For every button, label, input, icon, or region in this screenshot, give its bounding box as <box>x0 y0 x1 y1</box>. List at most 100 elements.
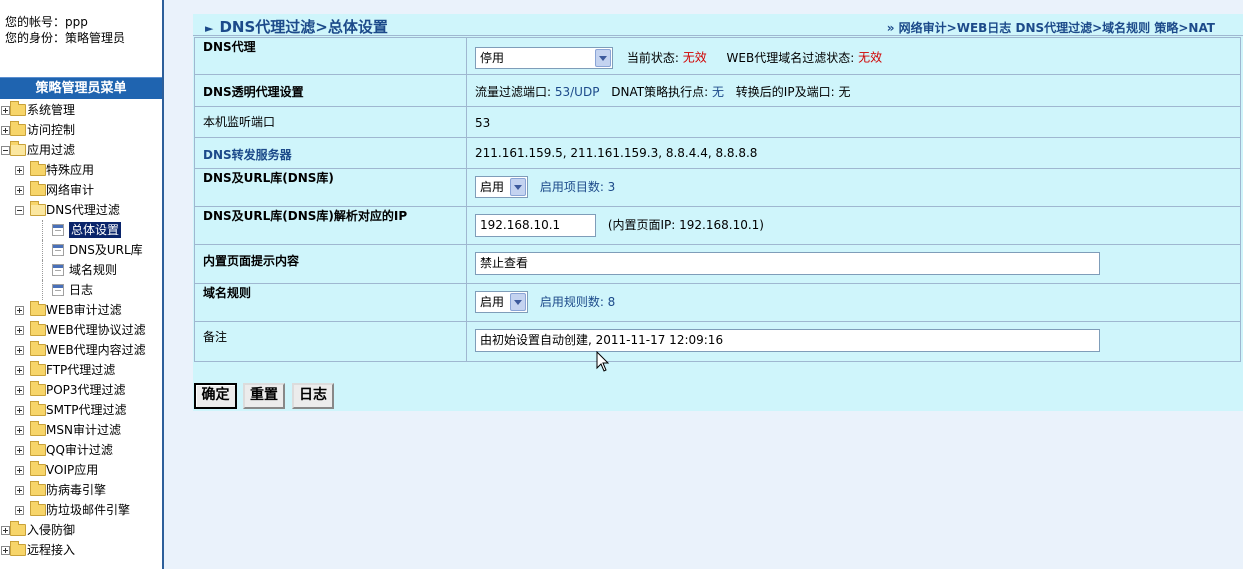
top-strip <box>184 0 1243 10</box>
user-info: 您的帐号：ppp 您的身份：策略管理员 <box>0 0 162 46</box>
dns-url-lib-select-value: 启用 <box>480 180 505 194</box>
menu-item[interactable]: POP3代理过滤 <box>0 380 162 400</box>
domain-rules-select-value: 启用 <box>480 295 505 309</box>
menu-item[interactable]: WEB审计过滤 <box>0 300 162 320</box>
menu-item[interactable]: WEB代理内容过滤 <box>0 340 162 360</box>
folder-icon <box>30 301 46 316</box>
domain-rules-label: 域名规则 <box>194 283 467 322</box>
row-domain-rules: 域名规则 启用 启用规则数: 8 <box>194 283 1241 322</box>
dnat-value: 无 <box>711 85 724 99</box>
menu-item-label: 日志 <box>69 283 94 297</box>
forward-servers-value: 211.161.159.5, 211.161.159.3, 8.8.4.4, 8… <box>466 137 1241 169</box>
folder-icon <box>30 161 46 176</box>
ok-button[interactable]: 确定 <box>194 383 237 409</box>
expand-icon[interactable] <box>15 386 24 395</box>
main-content: ► DNS代理过滤>总体设置 » 网络审计>WEB日志 DNS代理过滤>域名规则 … <box>184 0 1243 569</box>
menu-item-label: POP3代理过滤 <box>46 383 126 397</box>
expand-icon[interactable] <box>15 306 24 315</box>
menu-item-label: QQ审计过滤 <box>46 443 113 457</box>
expand-icon[interactable] <box>1 526 10 535</box>
dnat-label: DNAT策略执行点: <box>611 85 712 99</box>
row-transparent: DNS透明代理设置 流量过滤端口: 53/UDP DNAT策略执行点: 无 转换… <box>194 74 1241 107</box>
folder-icon <box>30 181 46 196</box>
menu-item[interactable]: 总体设置 <box>0 220 162 240</box>
expand-icon[interactable] <box>1 106 10 115</box>
menu-item[interactable]: MSN审计过滤 <box>0 420 162 440</box>
breadcrumb-links[interactable]: » 网络审计>WEB日志 DNS代理过滤>域名规则 策略>NAT <box>887 19 1215 36</box>
folder-icon <box>10 121 26 136</box>
dns-proxy-select-value: 停用 <box>480 51 505 65</box>
menu-item[interactable]: 域名规则 <box>0 260 162 280</box>
expand-icon[interactable] <box>1 126 10 135</box>
expand-icon[interactable] <box>15 446 24 455</box>
menu-item[interactable]: WEB代理协议过滤 <box>0 320 162 340</box>
menu-item[interactable]: FTP代理过滤 <box>0 360 162 380</box>
menu-item[interactable]: QQ审计过滤 <box>0 440 162 460</box>
menu-item-label: WEB代理内容过滤 <box>46 343 146 357</box>
dns-proxy-label: DNS代理 <box>194 37 467 75</box>
expand-icon[interactable] <box>15 166 24 175</box>
menu-item[interactable]: DNS代理过滤 <box>0 200 162 220</box>
menu-item-label: FTP代理过滤 <box>46 363 116 377</box>
current-status-value: 无效 <box>682 50 707 65</box>
domain-rules-select[interactable]: 启用 <box>475 291 528 313</box>
menu-item[interactable]: 访问控制 <box>0 120 162 140</box>
menu-item[interactable]: 特殊应用 <box>0 160 162 180</box>
menu-item[interactable]: 入侵防御 <box>0 520 162 540</box>
page-icon <box>52 284 64 296</box>
account-text: 您的帐号：ppp <box>5 15 88 29</box>
menu-item-label: MSN审计过滤 <box>46 423 121 437</box>
menu-item-label: 访问控制 <box>27 123 76 137</box>
listen-port-label: 本机监听端口 <box>194 106 467 138</box>
remark-input[interactable]: 由初始设置自动创建, 2011-11-17 12:09:16 <box>475 329 1100 352</box>
expand-icon[interactable] <box>1 546 10 555</box>
expand-icon[interactable] <box>15 486 24 495</box>
expand-icon[interactable] <box>15 466 24 475</box>
menu-item[interactable]: 防垃圾邮件引擎 <box>0 500 162 520</box>
menu-item[interactable]: 系统管理 <box>0 100 162 120</box>
menu-item[interactable]: 日志 <box>0 280 162 300</box>
converted-ip-label: 转换后的IP及端口: <box>735 85 839 99</box>
menu-item-label: VOIP应用 <box>46 463 99 477</box>
chevron-down-icon[interactable] <box>595 49 611 67</box>
dns-proxy-select[interactable]: 停用 <box>475 47 613 69</box>
collapse-icon[interactable] <box>15 206 24 215</box>
forward-servers-label: DNS转发服务器 <box>194 137 467 169</box>
remark-label: 备注 <box>194 321 467 362</box>
collapse-icon[interactable] <box>1 146 10 155</box>
expand-icon[interactable] <box>15 346 24 355</box>
menu-item[interactable]: 远程接入 <box>0 540 162 560</box>
menu-item-label: 防病毒引擎 <box>46 483 107 497</box>
page-icon <box>52 264 64 276</box>
web-filter-status-value: 无效 <box>858 50 883 65</box>
expand-icon[interactable] <box>15 366 24 375</box>
mouse-pointer-icon <box>596 351 610 372</box>
log-button[interactable]: 日志 <box>292 383 334 409</box>
row-dns-url-lib: DNS及URL库(DNS库) 启用 启用项目数: 3 <box>194 168 1241 207</box>
menu-item[interactable]: 应用过滤 <box>0 140 162 160</box>
folder-open-icon <box>30 201 46 216</box>
expand-icon[interactable] <box>15 506 24 515</box>
menu-item-label: 网络审计 <box>46 183 95 197</box>
resolve-ip-input[interactable]: 192.168.10.1 <box>475 214 596 237</box>
menu-item[interactable]: 防病毒引擎 <box>0 480 162 500</box>
row-forward-servers: DNS转发服务器 211.161.159.5, 211.161.159.3, 8… <box>194 137 1241 169</box>
builtin-page-input[interactable]: 禁止查看 <box>475 252 1100 275</box>
expand-icon[interactable] <box>15 326 24 335</box>
expand-icon[interactable] <box>15 186 24 195</box>
menu-item[interactable]: 网络审计 <box>0 180 162 200</box>
expand-icon[interactable] <box>15 406 24 415</box>
page-title-text: DNS代理过滤>总体设置 <box>219 18 388 36</box>
reset-button[interactable]: 重置 <box>243 383 285 409</box>
menu-item[interactable]: VOIP应用 <box>0 460 162 480</box>
chevron-down-icon[interactable] <box>510 178 526 196</box>
expand-icon[interactable] <box>15 426 24 435</box>
menu-item-label: WEB审计过滤 <box>46 303 122 317</box>
resolve-ip-label: DNS及URL库(DNS库)解析对应的IP <box>194 206 467 245</box>
menu-item[interactable]: SMTP代理过滤 <box>0 400 162 420</box>
menu-item[interactable]: DNS及URL库 <box>0 240 162 260</box>
dns-url-lib-select[interactable]: 启用 <box>475 176 528 198</box>
filter-port-value: 53/UDP <box>554 85 600 99</box>
chevron-down-icon[interactable] <box>510 293 526 311</box>
listen-port-value: 53 <box>466 106 1241 138</box>
